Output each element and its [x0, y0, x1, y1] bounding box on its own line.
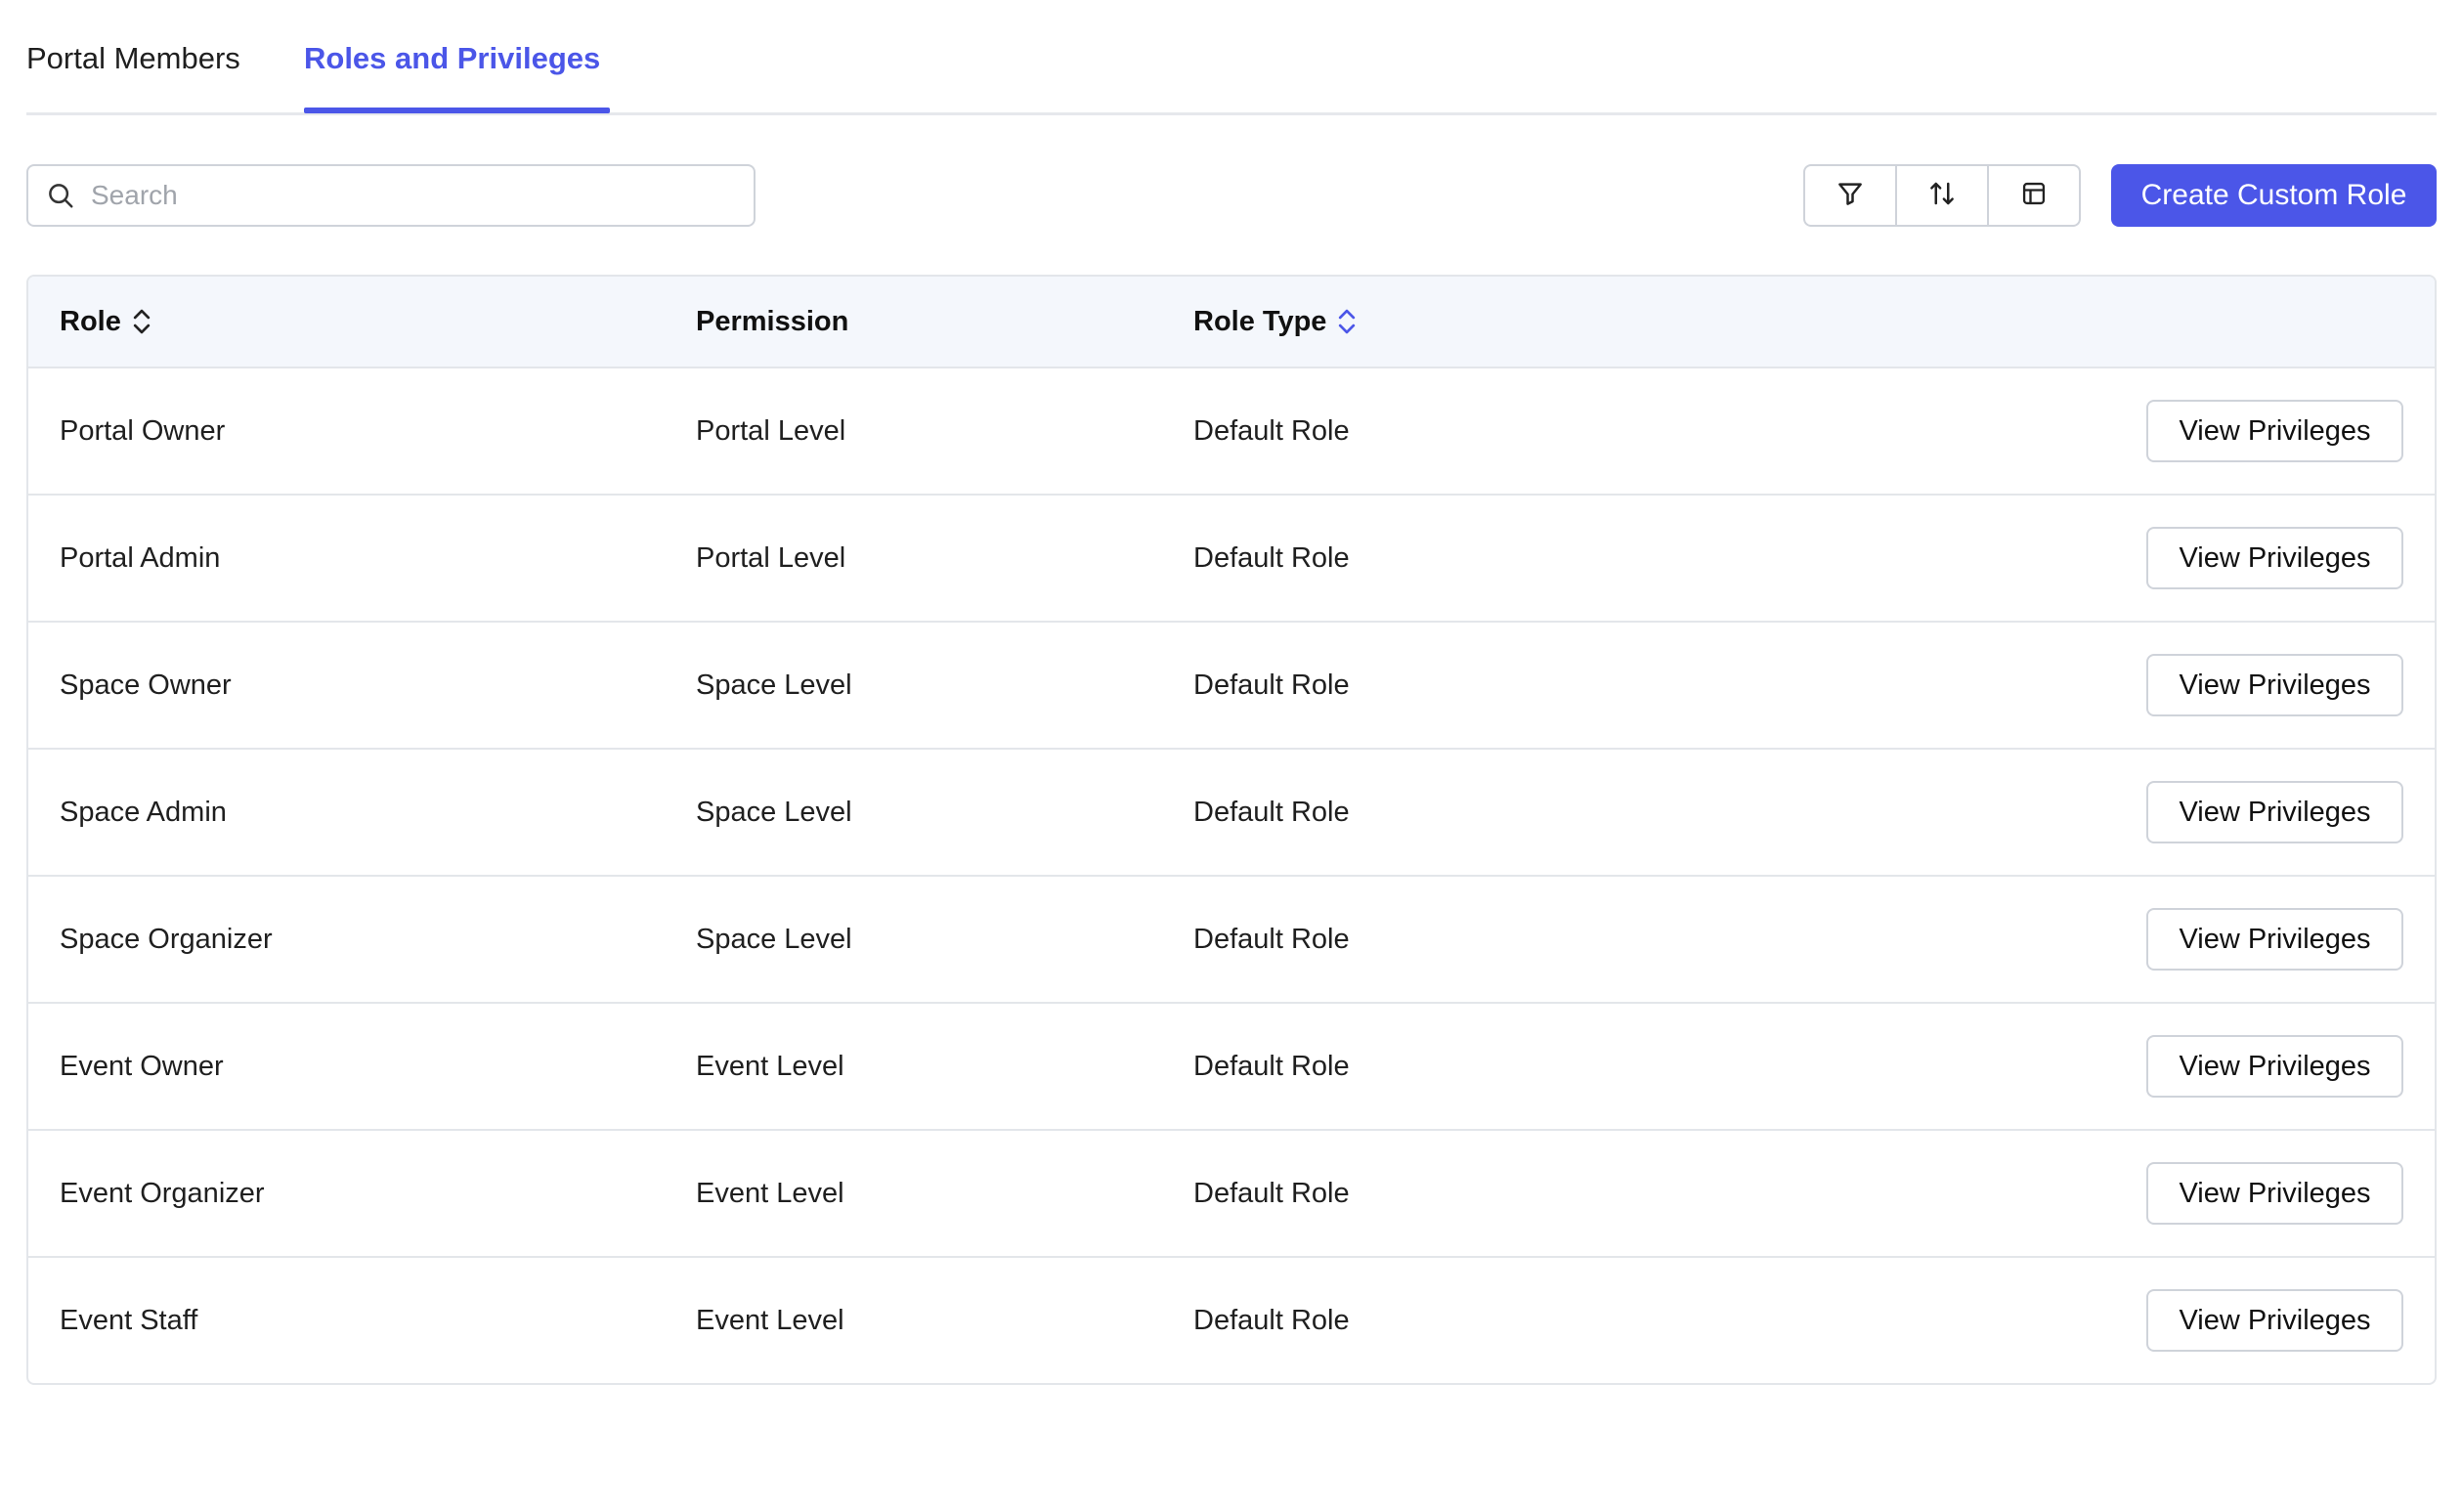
role-cell: Space Owner: [60, 669, 232, 701]
view-privileges-button[interactable]: View Privileges: [2146, 654, 2403, 716]
table-row: Event Owner Event Level Default Role Vie…: [28, 1004, 2435, 1131]
table-row: Space Admin Space Level Default Role Vie…: [28, 750, 2435, 877]
table-row: Space Owner Space Level Default Role Vie…: [28, 623, 2435, 750]
role-type-cell: Default Role: [1193, 1304, 1350, 1336]
search-box[interactable]: [26, 164, 756, 227]
table-row: Event Organizer Event Level Default Role…: [28, 1131, 2435, 1258]
tab-roles-and-privileges[interactable]: Roles and Privileges: [304, 39, 600, 78]
column-header-label: Role: [60, 305, 121, 337]
column-header-permission: Permission: [696, 277, 848, 367]
active-tab-indicator: [304, 108, 610, 113]
tab-bar: Portal Members Roles and Privileges: [26, 0, 2437, 115]
search-icon: [44, 179, 77, 212]
view-privileges-button[interactable]: View Privileges: [2146, 400, 2403, 462]
filter-button[interactable]: [1805, 166, 1895, 225]
permission-cell: Space Level: [696, 669, 852, 701]
tab-portal-members[interactable]: Portal Members: [26, 39, 240, 78]
column-layout-button[interactable]: [1987, 166, 2079, 225]
role-type-cell: Default Role: [1193, 1050, 1350, 1082]
table-row: Portal Owner Portal Level Default Role V…: [28, 368, 2435, 496]
view-privileges-button[interactable]: View Privileges: [2146, 1162, 2403, 1225]
role-cell: Portal Owner: [60, 414, 226, 447]
role-cell: Event Staff: [60, 1304, 198, 1336]
table-row: Space Organizer Space Level Default Role…: [28, 877, 2435, 1004]
permission-cell: Event Level: [696, 1177, 844, 1209]
permission-cell: Event Level: [696, 1304, 844, 1336]
sort-button[interactable]: [1895, 166, 1987, 225]
search-input[interactable]: [89, 179, 718, 212]
view-privileges-button[interactable]: View Privileges: [2146, 1035, 2403, 1098]
column-header-role[interactable]: Role: [60, 277, 152, 367]
column-header-label: Role Type: [1193, 305, 1327, 337]
sort-toggle-icon[interactable]: [1336, 307, 1358, 336]
view-privileges-button[interactable]: View Privileges: [2146, 527, 2403, 589]
table-row: Portal Admin Portal Level Default Role V…: [28, 496, 2435, 623]
sort-toggle-icon[interactable]: [131, 307, 152, 336]
create-custom-role-button[interactable]: Create Custom Role: [2111, 164, 2437, 227]
view-privileges-button[interactable]: View Privileges: [2146, 1289, 2403, 1352]
column-header-role-type[interactable]: Role Type: [1193, 277, 1358, 367]
role-type-cell: Default Role: [1193, 541, 1350, 574]
roles-table: Role Permission Role Type Portal Owner P…: [26, 275, 2437, 1385]
role-cell: Space Organizer: [60, 923, 273, 955]
sort-icon: [1927, 179, 1957, 213]
role-type-cell: Default Role: [1193, 669, 1350, 701]
view-privileges-button[interactable]: View Privileges: [2146, 781, 2403, 843]
role-type-cell: Default Role: [1193, 796, 1350, 828]
permission-cell: Portal Level: [696, 414, 846, 447]
role-cell: Event Organizer: [60, 1177, 265, 1209]
table-header: Role Permission Role Type: [28, 277, 2435, 368]
column-header-label: Permission: [696, 305, 849, 337]
role-type-cell: Default Role: [1193, 414, 1350, 447]
role-cell: Portal Admin: [60, 541, 221, 574]
roles-page: Portal Members Roles and Privileges Sear…: [0, 0, 2462, 1512]
table-tools-group: [1803, 164, 2081, 227]
role-type-cell: Default Role: [1193, 1177, 1350, 1209]
permission-cell: Space Level: [696, 923, 852, 955]
role-type-cell: Default Role: [1193, 923, 1350, 955]
role-cell: Space Admin: [60, 796, 227, 828]
role-cell: Event Owner: [60, 1050, 224, 1082]
permission-cell: Space Level: [696, 796, 852, 828]
table-row: Event Staff Event Level Default Role Vie…: [28, 1258, 2435, 1383]
permission-cell: Portal Level: [696, 541, 846, 574]
column-layout-icon: [2020, 180, 2048, 212]
permission-cell: Event Level: [696, 1050, 844, 1082]
filter-icon: [1836, 179, 1865, 213]
view-privileges-button[interactable]: View Privileges: [2146, 908, 2403, 971]
